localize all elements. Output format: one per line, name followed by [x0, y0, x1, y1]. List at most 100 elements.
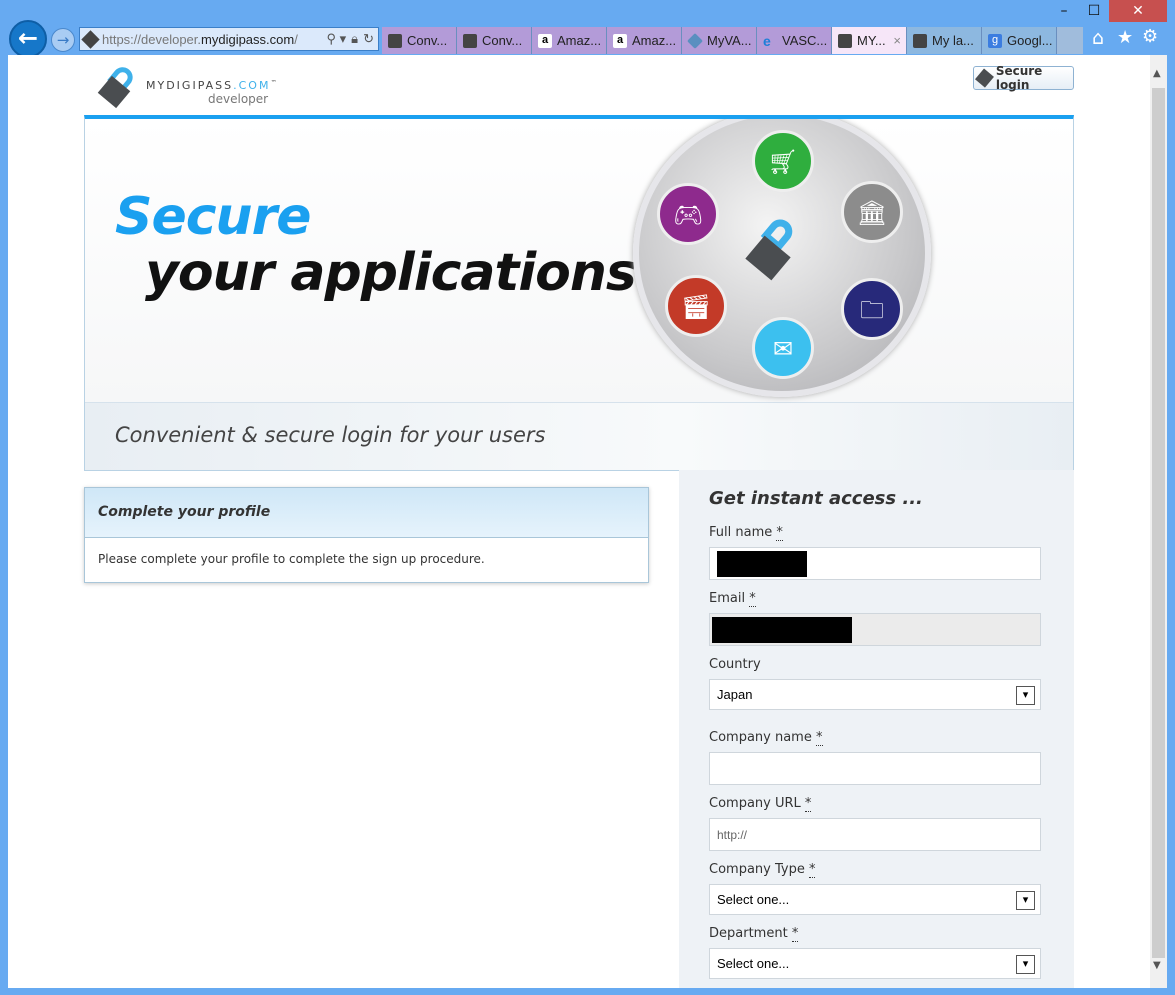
tab-label: VASC... [782, 33, 828, 48]
folder-icon: 🗀︎ [841, 278, 903, 340]
label-text: Department [709, 926, 788, 941]
home-icon[interactable]: ⌂ [1092, 27, 1104, 49]
favorites-star-icon[interactable]: ★ [1117, 27, 1133, 48]
hero-banner: Secure your applications Convenient & se… [84, 115, 1074, 471]
bank-icon: 🏛︎ [841, 181, 903, 243]
company-url-label: Company URL * [709, 796, 812, 812]
site-lock-icon [81, 29, 100, 49]
amazon-icon: a [613, 33, 627, 48]
google-icon: g [988, 33, 1002, 48]
ie-icon: e [763, 32, 771, 49]
company-url-input[interactable]: http:// [709, 818, 1041, 851]
tab[interactable]: a Amaz... [607, 27, 682, 54]
minimize-button[interactable]: – [1049, 0, 1079, 22]
gear-icon[interactable]: ⚙ [1142, 26, 1158, 47]
close-tab-icon[interactable]: × [893, 33, 901, 48]
secure-login-button[interactable]: Secure login [973, 64, 1074, 92]
redacted-value [717, 550, 807, 577]
complete-profile-panel: Complete your profile Please complete yo… [84, 487, 649, 583]
amazon-icon: a [538, 33, 552, 48]
company-type-label: Company Type * [709, 862, 816, 878]
country-select[interactable]: Japan ▾ [709, 679, 1041, 710]
required-marker: * [804, 796, 812, 812]
url-suffix: / [294, 31, 298, 47]
signup-form: Get instant access ... Full name * Email… [679, 470, 1074, 988]
tab[interactable]: My la... [907, 27, 982, 54]
tab[interactable]: e VASC... [757, 27, 832, 54]
tab-label: Conv... [482, 33, 523, 48]
tab[interactable]: a Amaz... [532, 27, 607, 54]
gamepad-icon: 🎮︎ [657, 183, 719, 245]
headline-secure: Secure [115, 187, 311, 247]
full-name-input[interactable] [709, 547, 1041, 580]
logo-name: MYDIGIPASS [146, 79, 234, 92]
secure-login-label: Secure login [995, 64, 1043, 92]
logo-subtitle: developer [208, 92, 269, 106]
label-text: Company Type [709, 862, 805, 877]
select-value: Japan [717, 687, 753, 702]
select-value: Select one... [717, 892, 790, 907]
search-icon[interactable]: ⚲ ▾ [327, 31, 347, 47]
mydigipass-logo-icon [97, 63, 138, 109]
padlock-icon[interactable]: 🔒︎ [351, 31, 358, 47]
tab[interactable]: g Googl... [982, 27, 1057, 54]
select-value: Select one... [717, 956, 790, 971]
padlock-icon [745, 214, 798, 281]
tagline: Convenient & secure login for your users [115, 423, 546, 447]
clapperboard-icon: 🎬︎ [665, 275, 727, 337]
required-marker: * [791, 926, 799, 942]
required-marker: * [808, 862, 816, 878]
chevron-down-icon: ▾ [1016, 686, 1035, 705]
chevron-down-icon: ▾ [1016, 891, 1035, 910]
department-select[interactable]: Select one... ▾ [709, 948, 1041, 979]
url-domain: mydigipass.com [201, 31, 295, 47]
scrollbar-thumb[interactable] [1152, 88, 1165, 958]
scroll-down-icon[interactable]: ▼ [1153, 960, 1161, 971]
mydigipass-icon [913, 33, 927, 48]
maximize-button[interactable]: ☐ [1079, 0, 1109, 22]
label-text: Full name [709, 525, 773, 540]
mydigipass-icon [388, 33, 402, 48]
scroll-up-icon[interactable]: ▲ [1153, 68, 1161, 79]
back-button[interactable]: ← [9, 20, 47, 58]
panel-title: Complete your profile [85, 488, 648, 538]
logo-text: MYDIGIPASS.COM™ [146, 79, 278, 92]
company-type-select[interactable]: Select one... ▾ [709, 884, 1041, 915]
label-text: Company name [709, 730, 812, 745]
tab-label: Conv... [407, 33, 448, 48]
label-text: Email [709, 591, 746, 606]
refresh-icon[interactable]: ↻ [363, 31, 374, 47]
logo-tld: .COM [233, 79, 271, 92]
required-marker: * [776, 525, 783, 541]
company-name-input[interactable] [709, 752, 1041, 785]
email-label: Email * [709, 591, 756, 607]
tab[interactable]: Conv... [382, 27, 457, 54]
required-marker: * [816, 730, 823, 746]
tab-label: My la... [932, 33, 974, 48]
vasco-icon [687, 32, 703, 49]
email-input[interactable] [709, 613, 1041, 646]
tab-label: Googl... [1007, 33, 1053, 48]
company-name-label: Company name * [709, 730, 823, 746]
headline-applications: your applications [145, 243, 637, 303]
close-window-button[interactable]: ✕ [1109, 0, 1167, 22]
tab[interactable]: Conv... [457, 27, 532, 54]
required-marker: * [749, 591, 756, 607]
label-text: Company URL [709, 796, 801, 811]
placeholder: http:// [717, 827, 748, 842]
mydigipass-icon [838, 33, 852, 48]
logo-tm: ™ [270, 79, 279, 87]
tab[interactable]: MyVA... [682, 27, 757, 54]
tab-active[interactable]: MY... × [832, 27, 907, 54]
mail-icon: ✉ [752, 317, 814, 379]
tab-label: Amaz... [632, 33, 677, 48]
shopping-cart-icon: 🛒︎ [752, 130, 814, 192]
address-bar[interactable]: https://developer.mydigipass.com/ ⚲ ▾ 🔒︎… [79, 27, 379, 51]
url-prefix: https://developer. [102, 31, 202, 47]
department-label: Department * [709, 926, 799, 942]
new-tab-button[interactable] [1057, 27, 1083, 54]
form-title: Get instant access ... [709, 488, 923, 509]
app-icons-wheel: 🛒︎ 🏛︎ 🗀︎ ✉ 🎬︎ 🎮︎ [633, 119, 931, 397]
forward-button[interactable]: → [51, 28, 75, 52]
lock-icon [975, 68, 994, 88]
